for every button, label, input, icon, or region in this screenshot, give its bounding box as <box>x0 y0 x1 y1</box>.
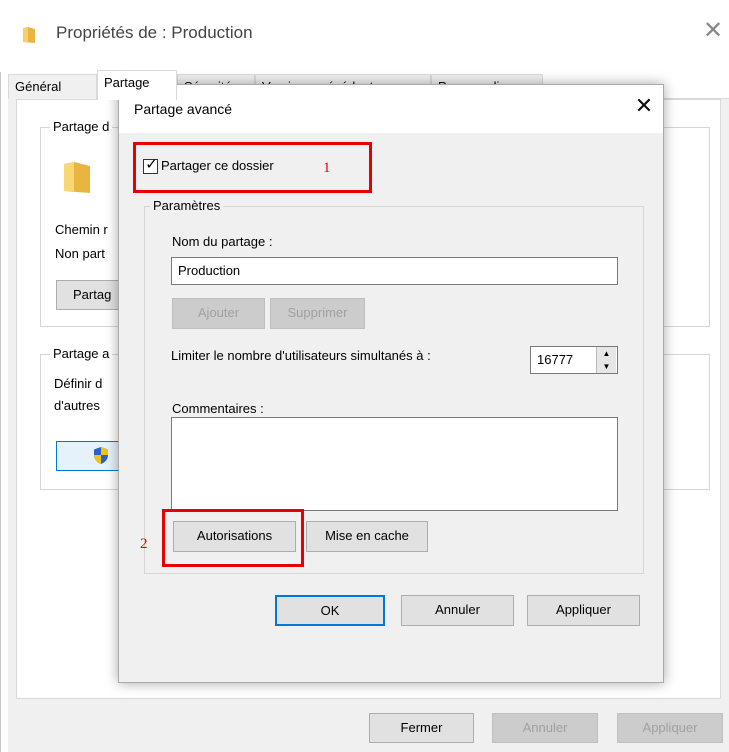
advanced-share-description-line2: d'autres <box>54 398 100 413</box>
cancel-button[interactable]: Annuler <box>492 713 598 743</box>
stepper-up-icon[interactable]: ▲ <box>596 347 616 360</box>
comments-label: Commentaires : <box>172 401 264 416</box>
share-name-field[interactable]: Production <box>171 257 618 285</box>
advanced-share-description-line1: Définir d <box>54 376 103 391</box>
caching-button[interactable]: Mise en cache <box>306 521 428 552</box>
share-status-label: Non part <box>55 246 105 261</box>
close-icon[interactable]: ✕ <box>700 16 726 46</box>
tab-partage[interactable]: Partage <box>97 70 177 100</box>
annotation-highlight-box <box>162 509 304 567</box>
close-icon[interactable]: ✕ <box>630 92 658 120</box>
network-share-group-label: Partage d <box>50 119 113 134</box>
window-title: Propriétés de : Production <box>56 23 253 42</box>
stepper-down-icon[interactable]: ▼ <box>596 360 616 373</box>
annotation-highlight-box <box>133 142 372 193</box>
folder-icon <box>23 27 35 43</box>
network-path-label: Chemin r <box>55 222 108 237</box>
tab-general[interactable]: Général <box>8 74 97 99</box>
apply-button[interactable]: Appliquer <box>527 595 640 626</box>
dialog-title: Partage avancé <box>134 101 233 117</box>
ok-button[interactable]: OK <box>275 595 385 626</box>
comments-field[interactable] <box>171 417 618 511</box>
remove-button[interactable]: Supprimer <box>270 298 365 329</box>
add-button[interactable]: Ajouter <box>172 298 265 329</box>
apply-button[interactable]: Appliquer <box>617 713 723 743</box>
share-name-label: Nom du partage : <box>172 234 273 249</box>
settings-group-label: Paramètres <box>150 198 224 213</box>
annotation-step-2: 2 <box>140 536 148 552</box>
cancel-button[interactable]: Annuler <box>401 595 514 626</box>
user-limit-label: Limiter le nombre d'utilisateurs simulta… <box>171 348 431 363</box>
advanced-share-group-label: Partage a <box>50 346 113 361</box>
close-button[interactable]: Fermer <box>369 713 474 743</box>
shield-icon <box>94 447 108 464</box>
user-limit-value[interactable]: 16777 <box>537 346 595 374</box>
folder-icon <box>64 162 90 193</box>
